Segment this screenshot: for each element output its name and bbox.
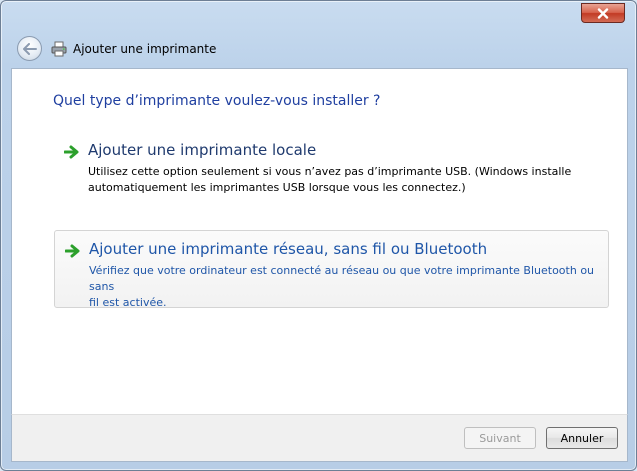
close-button[interactable]: [581, 3, 625, 23]
option-network-desc-line2: fil est activée.: [89, 296, 167, 309]
close-icon: [597, 7, 609, 19]
window-header: Ajouter une imprimante: [51, 39, 216, 59]
add-printer-window: Ajouter une imprimante Quel type d’impri…: [0, 0, 637, 471]
option-network-printer[interactable]: Ajouter une imprimante réseau, sans fil …: [54, 230, 609, 311]
printer-icon: [51, 41, 67, 57]
content-panel: Quel type d’imprimante voulez-vous insta…: [11, 68, 628, 415]
option-local-desc-line2: automatiquement les imprimantes USB lors…: [88, 181, 466, 194]
button-bar: Suivant Annuler: [11, 414, 628, 462]
back-arrow-icon: [22, 42, 37, 55]
green-arrow-icon: [64, 244, 80, 258]
option-local-printer[interactable]: Ajouter une imprimante locale Utilisez c…: [54, 132, 609, 202]
next-button[interactable]: Suivant: [464, 427, 536, 449]
back-button[interactable]: [17, 36, 42, 61]
option-network-desc: Vérifiez que votre ordinateur est connec…: [89, 263, 598, 311]
option-local-desc-line1: Utilisez cette option seulement si vous …: [88, 165, 572, 178]
window-title: Ajouter une imprimante: [73, 42, 217, 56]
option-network-title: Ajouter une imprimante réseau, sans fil …: [89, 240, 488, 258]
page-heading: Quel type d’imprimante voulez-vous insta…: [53, 93, 381, 109]
green-arrow-icon: [63, 145, 79, 159]
option-network-desc-line1: Vérifiez que votre ordinateur est connec…: [89, 264, 595, 293]
option-local-desc: Utilisez cette option seulement si vous …: [88, 164, 599, 196]
option-local-title: Ajouter une imprimante locale: [88, 141, 317, 159]
cancel-button[interactable]: Annuler: [546, 427, 618, 449]
